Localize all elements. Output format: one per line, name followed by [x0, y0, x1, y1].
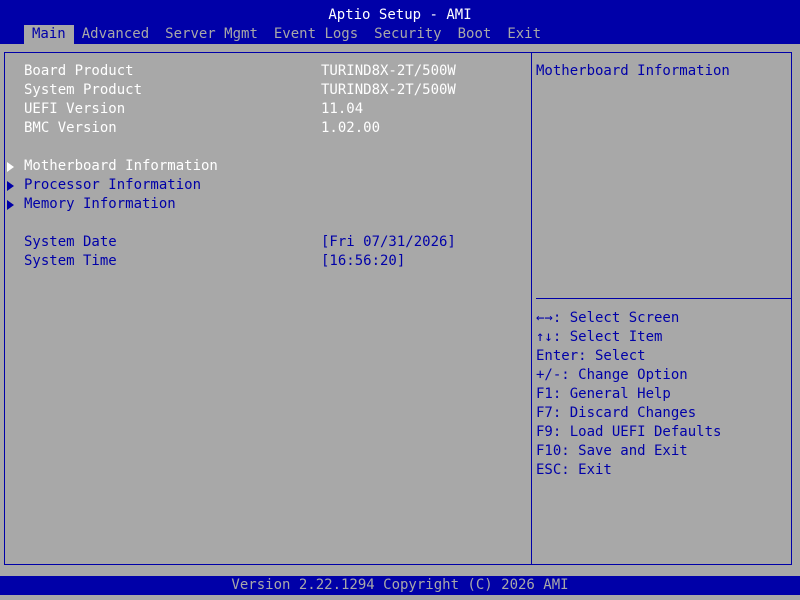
system-time-value[interactable]: [16:56:20]	[321, 252, 405, 271]
system-time-label: System Time	[24, 253, 117, 269]
tab-event-logs[interactable]: Event Logs	[266, 25, 366, 44]
submenu-arrow-icon	[7, 162, 14, 172]
submenu-arrow-icon	[7, 200, 14, 210]
keyhelp-save-exit: F10: Save and Exit	[536, 443, 688, 459]
system-product-value: TURIND8X-2T/500W	[321, 82, 456, 98]
keyhelp-esc-exit: ESC: Exit	[536, 462, 612, 478]
keyhelp-enter-select: Enter: Select	[536, 348, 646, 364]
version-footer: Version 2.22.1294 Copyright (C) 2026 AMI	[0, 576, 800, 595]
uefi-version-label: UEFI Version	[24, 101, 126, 117]
setup-title: Aptio Setup - AMI	[328, 7, 472, 23]
tab-bar: Main Advanced Server Mgmt Event Logs Sec…	[24, 25, 549, 44]
tab-exit[interactable]: Exit	[499, 25, 549, 44]
system-date-label: System Date	[24, 234, 117, 250]
system-product-label: System Product	[24, 82, 143, 98]
help-separator	[536, 298, 792, 299]
title-bar: Aptio Setup - AMI Main Advanced Server M…	[0, 0, 800, 44]
tab-boot[interactable]: Boot	[450, 25, 500, 44]
tab-advanced[interactable]: Advanced	[74, 25, 157, 44]
keyhelp-select-item: ↑↓: Select Item	[536, 329, 663, 345]
bmc-version-label: BMC Version	[24, 120, 117, 136]
help-title: Motherboard Information	[536, 63, 730, 79]
submenu-memory-information[interactable]: Memory Information	[24, 195, 176, 214]
keyhelp-general-help: F1: General Help	[536, 386, 671, 402]
board-product-label: Board Product	[24, 63, 134, 79]
submenu-processor-information[interactable]: Processor Information	[24, 176, 201, 195]
keyhelp-discard-changes: F7: Discard Changes	[536, 405, 697, 421]
tab-server-mgmt[interactable]: Server Mgmt	[157, 25, 266, 44]
keyhelp-load-defaults: F9: Load UEFI Defaults	[536, 424, 722, 440]
submenu-motherboard-information[interactable]: Motherboard Information	[24, 157, 218, 176]
keyhelp-change-option: +/-: Change Option	[536, 367, 688, 383]
uefi-version-value: 11.04	[321, 101, 364, 117]
panel-divider	[531, 52, 532, 565]
system-date-value[interactable]: [Fri 07/31/2026]	[321, 233, 456, 252]
keyhelp-select-screen: ←→: Select Screen	[536, 310, 680, 326]
tab-main[interactable]: Main	[24, 25, 74, 44]
bmc-version-value: 1.02.00	[321, 120, 381, 136]
submenu-arrow-icon	[7, 181, 14, 191]
board-product-value: TURIND8X-2T/500W	[321, 63, 456, 79]
tab-security[interactable]: Security	[366, 25, 449, 44]
